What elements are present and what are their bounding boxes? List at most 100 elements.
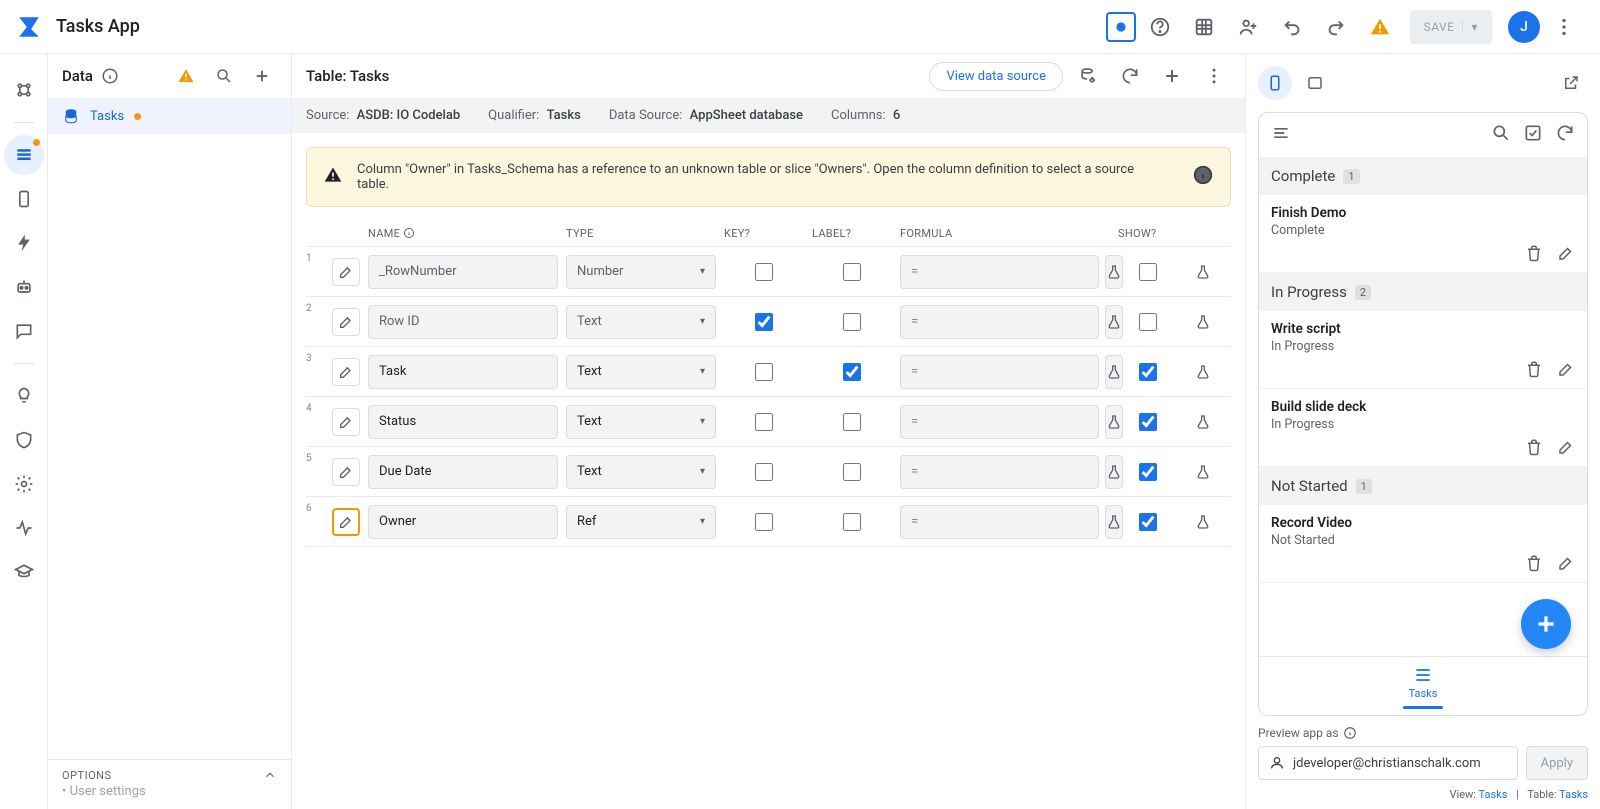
regenerate-button[interactable] — [1113, 59, 1147, 93]
task-card[interactable]: Finish Demo Complete — [1259, 195, 1587, 273]
show-flask-button[interactable] — [1186, 405, 1220, 439]
key-checkbox[interactable] — [755, 313, 773, 331]
column-type-select[interactable]: Text▾ — [566, 455, 716, 489]
delete-icon[interactable] — [1525, 244, 1543, 266]
formula-input[interactable] — [900, 405, 1099, 439]
rail-settings[interactable] — [4, 464, 44, 504]
footer-view-link[interactable]: Tasks — [1479, 788, 1508, 801]
column-type-select[interactable]: Text▾ — [566, 355, 716, 389]
search-tables-button[interactable] — [209, 61, 239, 91]
edit-icon[interactable] — [1557, 438, 1575, 460]
show-checkbox[interactable] — [1139, 463, 1157, 481]
task-card[interactable]: Write script In Progress — [1259, 311, 1587, 389]
table-settings-button[interactable] — [1071, 59, 1105, 93]
group-header[interactable]: In Progress2 — [1259, 273, 1587, 311]
options-toggle[interactable]: Options — [48, 759, 291, 784]
rail-data[interactable] — [4, 135, 44, 175]
show-flask-button[interactable] — [1186, 305, 1220, 339]
share-button[interactable] — [1228, 7, 1268, 47]
column-name-input[interactable] — [368, 505, 558, 539]
column-name-input[interactable] — [368, 305, 558, 339]
column-name-input[interactable] — [368, 455, 558, 489]
show-checkbox[interactable] — [1139, 313, 1157, 331]
more-menu-button[interactable] — [1544, 7, 1584, 47]
show-checkbox[interactable] — [1139, 363, 1157, 381]
rail-actions[interactable] — [4, 223, 44, 263]
search-icon[interactable] — [1491, 123, 1511, 147]
refresh-icon[interactable] — [1555, 123, 1575, 147]
formula-input[interactable] — [900, 305, 1099, 339]
rail-security[interactable] — [4, 420, 44, 460]
task-card[interactable]: Build slide deck In Progress — [1259, 389, 1587, 467]
formula-input[interactable] — [900, 455, 1099, 489]
edit-icon[interactable] — [1557, 244, 1575, 266]
data-warning-button[interactable] — [171, 61, 201, 91]
label-checkbox[interactable] — [843, 263, 861, 281]
delete-icon[interactable] — [1525, 554, 1543, 576]
tablet-preview-button[interactable] — [1298, 66, 1332, 100]
edit-column-button[interactable] — [332, 358, 360, 386]
label-checkbox[interactable] — [843, 413, 861, 431]
select-mode-button[interactable] — [1106, 12, 1136, 42]
add-table-button[interactable] — [247, 61, 277, 91]
rail-views[interactable] — [4, 179, 44, 219]
show-checkbox[interactable] — [1139, 413, 1157, 431]
rail-automation[interactable] — [4, 267, 44, 307]
undo-button[interactable] — [1272, 7, 1312, 47]
formula-input[interactable] — [900, 505, 1099, 539]
hamburger-icon[interactable] — [1271, 123, 1291, 147]
fab-add-button[interactable] — [1521, 599, 1571, 649]
view-data-source-button[interactable]: View data source — [929, 62, 1063, 91]
formula-input[interactable] — [900, 355, 1099, 389]
column-type-select[interactable]: Text▾ — [566, 405, 716, 439]
delete-icon[interactable] — [1525, 360, 1543, 382]
task-card[interactable]: Record Video Not Started — [1259, 505, 1587, 583]
preview-email-select[interactable]: jdeveloper@christianschalk.com — [1258, 746, 1518, 780]
label-checkbox[interactable] — [843, 463, 861, 481]
column-type-select[interactable]: Ref▾ — [566, 505, 716, 539]
group-header[interactable]: Complete1 — [1259, 157, 1587, 195]
table-item-tasks[interactable]: Tasks — [48, 98, 291, 134]
column-type-select[interactable]: Number▾ — [566, 255, 716, 289]
table-more-button[interactable] — [1197, 59, 1231, 93]
show-flask-button[interactable] — [1186, 255, 1220, 289]
rail-learn[interactable] — [4, 552, 44, 592]
phone-nav-tasks[interactable]: Tasks — [1259, 656, 1587, 715]
key-checkbox[interactable] — [755, 463, 773, 481]
user-avatar[interactable]: J — [1508, 11, 1540, 43]
footer-table-link[interactable]: Tasks — [1559, 788, 1588, 801]
user-settings-item[interactable]: • User settings — [48, 784, 291, 809]
delete-icon[interactable] — [1525, 438, 1543, 460]
edit-column-button[interactable] — [332, 408, 360, 436]
show-flask-button[interactable] — [1186, 355, 1220, 389]
select-icon[interactable] — [1523, 123, 1543, 147]
show-flask-button[interactable] — [1186, 455, 1220, 489]
column-type-select[interactable]: Text▾ — [566, 305, 716, 339]
column-name-input[interactable] — [368, 355, 558, 389]
edit-icon[interactable] — [1557, 554, 1575, 576]
add-column-button[interactable] — [1155, 59, 1189, 93]
rail-monitor[interactable] — [4, 508, 44, 548]
edit-icon[interactable] — [1557, 360, 1575, 382]
label-checkbox[interactable] — [843, 313, 861, 331]
column-name-input[interactable] — [368, 405, 558, 439]
key-checkbox[interactable] — [755, 513, 773, 531]
help-button[interactable] — [1140, 7, 1180, 47]
warnings-button[interactable] — [1360, 7, 1400, 47]
edit-column-button[interactable] — [332, 458, 360, 486]
edit-column-button[interactable] — [332, 308, 360, 336]
redo-button[interactable] — [1316, 7, 1356, 47]
show-flask-button[interactable] — [1186, 505, 1220, 539]
grid-button[interactable] — [1184, 7, 1224, 47]
group-header[interactable]: Not Started1 — [1259, 467, 1587, 505]
key-checkbox[interactable] — [755, 413, 773, 431]
label-checkbox[interactable] — [843, 363, 861, 381]
key-checkbox[interactable] — [755, 363, 773, 381]
rail-chat[interactable] — [4, 311, 44, 351]
open-in-new-button[interactable] — [1554, 66, 1588, 100]
show-checkbox[interactable] — [1139, 263, 1157, 281]
column-name-input[interactable] — [368, 255, 558, 289]
show-checkbox[interactable] — [1139, 513, 1157, 531]
edit-column-button[interactable] — [332, 508, 360, 536]
phone-preview-button[interactable] — [1258, 66, 1292, 100]
